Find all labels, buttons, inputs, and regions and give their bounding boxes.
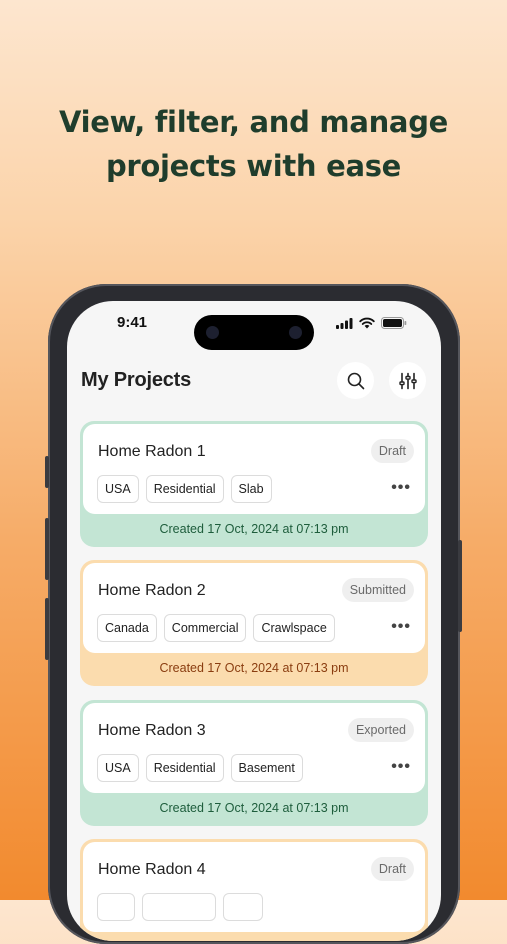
filter-icon: [398, 372, 417, 389]
project-name: Home Radon 3: [98, 722, 206, 739]
tag-chip: Basement: [230, 754, 303, 782]
project-card[interactable]: Home Radon 1 Draft USA Residential Slab …: [80, 421, 428, 547]
status-badge: Draft: [370, 857, 414, 881]
page-title: My Projects: [81, 369, 192, 391]
volume-up-button: [45, 518, 49, 580]
project-name: Home Radon 4: [98, 861, 206, 878]
more-options-icon[interactable]: •••: [391, 758, 411, 776]
filter-button[interactable]: [389, 362, 426, 399]
tag-chip: [142, 893, 216, 921]
tag-chip: Canada: [97, 614, 157, 642]
tag-chip: Slab: [230, 475, 272, 503]
created-date: Created 17 Oct, 2024 at 07:13 pm: [159, 522, 349, 536]
status-badge: Draft: [370, 439, 414, 463]
project-card-body: Home Radon 2 Submitted Canada Commercial…: [83, 563, 425, 653]
volume-down-button: [45, 598, 49, 660]
headline-line-1: View, filter, and manage: [58, 105, 449, 139]
tag-chip: Commercial: [163, 614, 247, 642]
search-icon: [347, 372, 364, 389]
search-button[interactable]: [337, 362, 374, 399]
project-name: Home Radon 1: [98, 443, 206, 460]
status-bar: 9:41: [67, 301, 441, 350]
tag-chip: Residential: [145, 754, 224, 782]
tag-chip: [223, 893, 263, 921]
created-date: Created 17 Oct, 2024 at 07:13 pm: [159, 661, 349, 675]
camera-lens-icon: [206, 326, 219, 339]
created-date: Created 17 Oct, 2024 at 07:13 pm: [159, 801, 349, 815]
status-badge: Submitted: [341, 578, 414, 602]
signal-icon: [336, 317, 353, 329]
project-card-body: Home Radon 3 Exported USA Residential Ba…: [83, 703, 425, 793]
dynamic-island: [194, 315, 314, 350]
tag-list: Canada Commercial Crawlspace: [97, 614, 335, 642]
tag-chip: [97, 893, 135, 921]
project-card[interactable]: Home Radon 2 Submitted Canada Commercial…: [80, 560, 428, 686]
status-badge: Exported: [347, 718, 414, 742]
tag-chip: Residential: [145, 475, 224, 503]
phone-screen: 9:41 My Projects Home Radon 1 Draft USA …: [67, 301, 441, 941]
tag-list: USA Residential Basement: [97, 754, 303, 782]
project-card-body: Home Radon 1 Draft USA Residential Slab …: [83, 424, 425, 514]
project-card-body: Home Radon 4 Draft: [83, 842, 425, 932]
project-card[interactable]: Home Radon 4 Draft: [80, 839, 428, 941]
wifi-icon: [359, 317, 375, 329]
tag-chip: Crawlspace: [253, 614, 335, 642]
sensor-icon: [289, 326, 302, 339]
action-button: [45, 456, 49, 488]
power-button: [458, 540, 462, 632]
battery-icon: [381, 317, 407, 329]
headline-line-2: projects with ease: [105, 149, 402, 183]
more-options-icon[interactable]: •••: [391, 479, 411, 497]
tag-chip: USA: [97, 475, 139, 503]
status-time: 9:41: [117, 314, 148, 331]
tag-chip: USA: [97, 754, 139, 782]
project-name: Home Radon 2: [98, 582, 206, 599]
project-card[interactable]: Home Radon 3 Exported USA Residential Ba…: [80, 700, 428, 826]
tag-list: [97, 893, 263, 921]
tag-list: USA Residential Slab: [97, 475, 272, 503]
more-options-icon[interactable]: •••: [391, 618, 411, 636]
headline: View, filter, and manage projects with e…: [0, 100, 507, 188]
